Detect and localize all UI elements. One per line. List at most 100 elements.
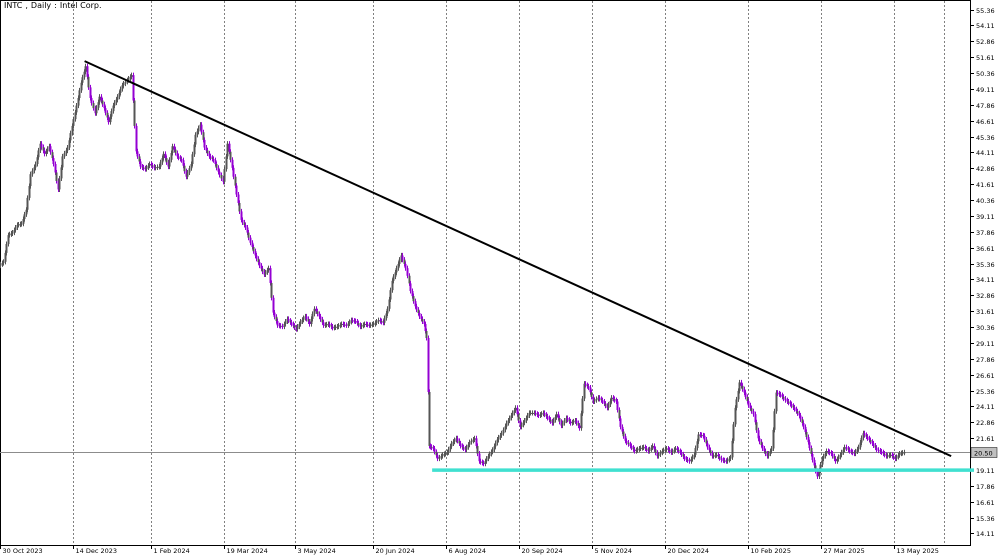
candle-body [633, 449, 636, 452]
y-tick-label: 44.11 [976, 149, 995, 157]
candle-body [619, 418, 622, 427]
candle-body [520, 424, 523, 427]
candle-body [148, 164, 151, 166]
y-tick-label: 26.61 [976, 372, 995, 380]
candle-body [220, 175, 223, 179]
candle-body [31, 170, 34, 175]
candle-body [281, 326, 284, 328]
candle-body [61, 156, 64, 168]
candle-body [758, 438, 761, 442]
candle-body [584, 383, 587, 385]
candle-body [5, 244, 8, 253]
candle-body [186, 172, 189, 177]
candle-body [328, 324, 331, 326]
candle-body [238, 202, 241, 212]
y-tick-label: 35.36 [976, 261, 995, 269]
candle-body [892, 456, 895, 458]
candle-body [287, 318, 290, 321]
candle-body [43, 150, 46, 154]
candle-body [776, 392, 779, 394]
candle-body [116, 96, 119, 100]
candle-body [26, 197, 29, 210]
candle-body [8, 234, 11, 236]
candle-body [875, 447, 878, 450]
candle-body [456, 438, 459, 441]
candle-body [136, 151, 139, 157]
y-tick-label: 47.86 [976, 102, 995, 110]
candles-group [0, 63, 906, 479]
candle-body [401, 255, 404, 260]
candle-body [840, 452, 843, 455]
y-tick-label: 14.11 [976, 530, 995, 538]
candle-body [578, 425, 581, 429]
candle-body [845, 447, 848, 449]
candle-body [244, 224, 247, 228]
candle-body [657, 454, 660, 457]
candle-body [601, 400, 604, 402]
y-tick-label: 42.86 [976, 165, 995, 173]
y-tick-label: 54.11 [976, 22, 995, 30]
candle-body [348, 321, 351, 324]
candle-body [872, 443, 875, 446]
candle-body [529, 412, 532, 414]
candle-body [425, 331, 428, 338]
candle-body [436, 455, 439, 459]
candle-body [863, 433, 866, 435]
candle-body [761, 445, 764, 449]
candle-body [270, 282, 273, 298]
candle-body [563, 420, 566, 424]
candle-body [790, 404, 793, 406]
candle-body [671, 451, 674, 453]
candle-body [787, 401, 790, 403]
candle-body [209, 156, 212, 158]
candle-body [72, 119, 75, 126]
candle-body [546, 416, 549, 419]
candle-body [412, 296, 415, 302]
candle-body [132, 75, 135, 101]
candle-body [561, 423, 564, 426]
candle-body [502, 429, 505, 434]
candle-body [700, 434, 703, 436]
candle-body [610, 397, 613, 402]
candle-body [0, 264, 2, 266]
candle-body [799, 415, 802, 420]
x-tick-label: 19 Mar 2024 [227, 547, 268, 555]
candle-body [508, 418, 511, 421]
candle-body [154, 167, 157, 169]
candle-body [590, 392, 593, 397]
candle-body [543, 412, 546, 415]
candle-body [497, 437, 500, 440]
candle-body [380, 321, 383, 323]
candle-body [540, 413, 543, 415]
candle-body [770, 448, 773, 452]
candle-body [247, 232, 250, 238]
candle-body [712, 455, 715, 457]
y-tick-label: 36.61 [976, 245, 995, 253]
candle-body [648, 449, 651, 452]
candle-body [613, 398, 616, 401]
candle-body [206, 150, 209, 154]
y-tick-label: 15.36 [976, 515, 995, 523]
candle-body [37, 150, 40, 158]
candle-body [40, 143, 43, 148]
candle-body [375, 321, 378, 323]
candle-body [299, 321, 302, 325]
chart-description: Intel Corp. [59, 1, 102, 10]
candle-body [645, 448, 648, 450]
candle-body [767, 453, 770, 457]
candle-body [834, 458, 837, 462]
y-tick-label: 30.36 [976, 324, 995, 332]
candle-body [747, 401, 750, 406]
candle-body [898, 453, 901, 456]
candle-body [168, 159, 171, 167]
candle-body [392, 276, 395, 281]
candle-body [17, 224, 20, 226]
candle-body [52, 158, 55, 165]
candle-body [822, 456, 825, 459]
y-tick-label: 40.36 [976, 197, 995, 205]
y-tick-label: 45.36 [976, 134, 995, 142]
candle-body [607, 404, 610, 408]
candle-body [69, 133, 72, 141]
chart-root: 30 Oct 2023 14 Dec 2023 1 Feb 2024 19 Mar 2… [0, 0, 1000, 559]
candle-body [389, 290, 392, 300]
